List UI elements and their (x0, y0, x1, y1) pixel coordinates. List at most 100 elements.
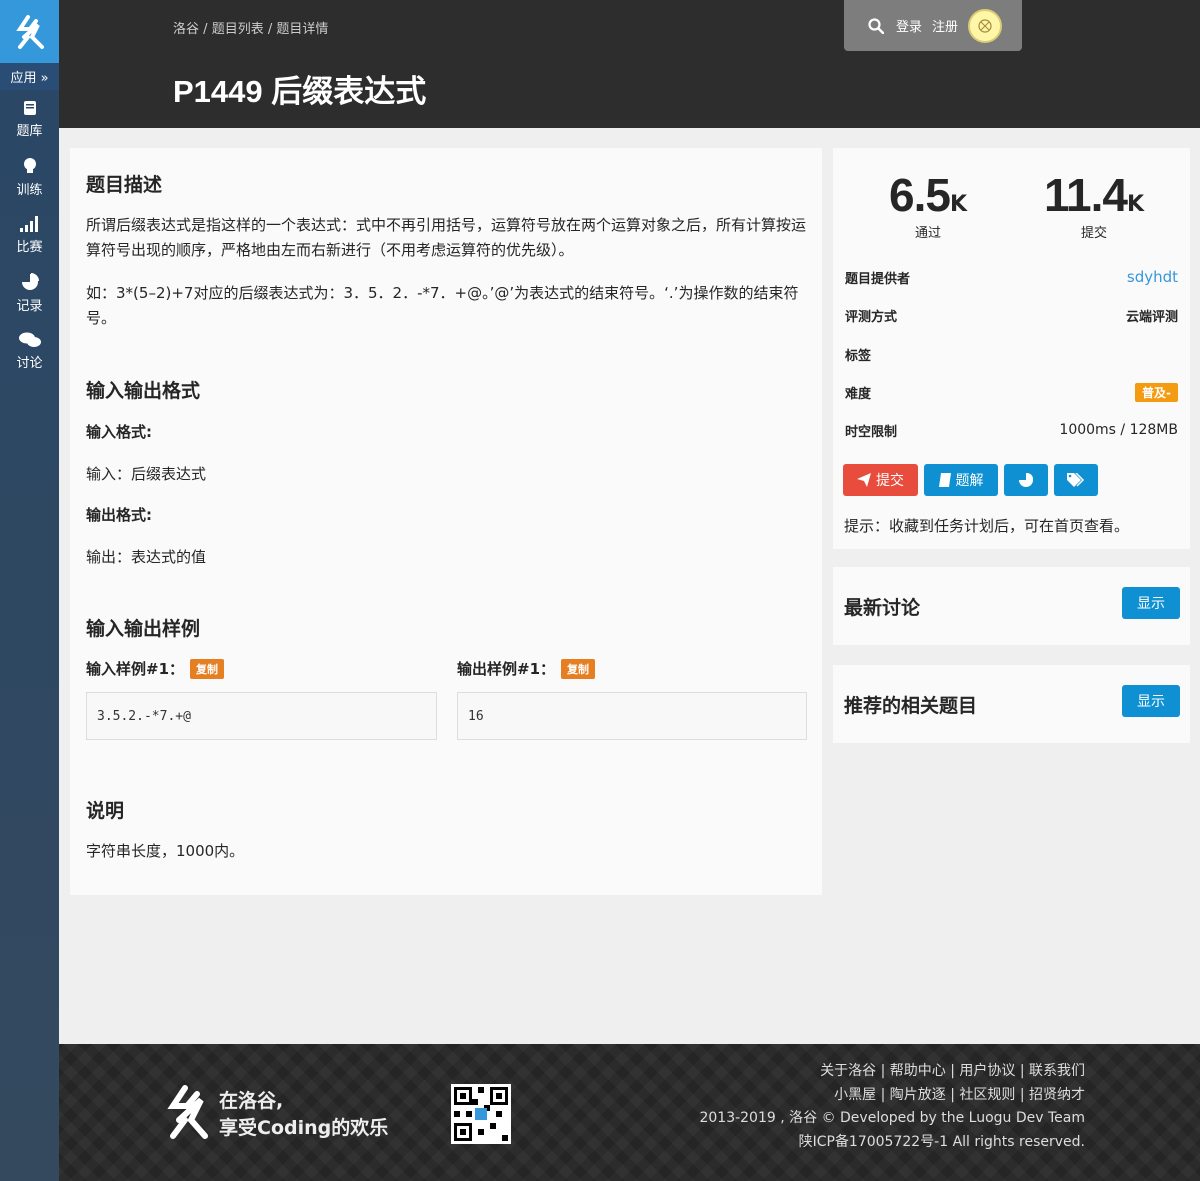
submit-label: 提交 (876, 473, 904, 489)
luogu-footer-logo-icon (167, 1085, 208, 1139)
submitted-unit: K (1126, 192, 1145, 217)
sidebar: 应用 » 题库 训练 比赛 记录 讨论 (0, 0, 59, 1181)
qr-code-icon (454, 1087, 508, 1141)
apps-label: 应用 » (10, 71, 49, 86)
sidebar-item-label: 记录 (16, 298, 43, 314)
submitted-label: 提交 (1080, 226, 1107, 241)
judge-value: 云端评测 (1125, 309, 1178, 325)
book-icon (23, 100, 36, 115)
related-title: 推荐的相关题目 (844, 695, 978, 717)
limit-value: 1000ms / 128MB (1059, 422, 1178, 438)
breadcrumb: 洛谷 / 题目列表 / 题目详情 (173, 18, 328, 37)
judge-row: 评测方式 云端评测 (845, 305, 1178, 325)
footer-links-row2[interactable]: 小黑屋 | 陶片放逐 | 社区规则 | 招贤纳才 (699, 1084, 1085, 1108)
description-heading: 题目描述 (86, 174, 163, 196)
footer-slogan-line1: 在洛谷, (219, 1090, 284, 1112)
input-format-label: 输入格式: (86, 423, 152, 441)
sample-input-header: 输入样例#1： 复制 (86, 658, 225, 679)
statistics-button[interactable] (1004, 464, 1048, 496)
discussion-card: 最新讨论 显示 (833, 567, 1190, 645)
submitted-count: 11.4 (1043, 169, 1128, 221)
sample-input-label: 输入样例#1： (86, 660, 185, 678)
tags-label: 标签 (845, 348, 872, 364)
footer-icp[interactable]: 陕ICP备17005722号-1 All rights reserved. (699, 1131, 1085, 1155)
pie-chart-icon (21, 272, 39, 290)
breadcrumb-separator: / (203, 22, 208, 37)
apps-toggle[interactable]: 应用 » (0, 63, 59, 90)
provider-link[interactable]: sdyhdt (1127, 268, 1178, 286)
solution-button[interactable]: 题解 (924, 464, 998, 496)
page-header: 洛谷 / 题目列表 / 题目详情 P1449 后缀表达式 登录 注册 (59, 0, 1200, 128)
sidebar-item-label: 题库 (16, 123, 43, 139)
footer-copyright: 2013-2019 , 洛谷 © Developed by the Luogu … (699, 1110, 1085, 1126)
samples-heading: 输入输出样例 (86, 618, 201, 640)
tags-icon (1067, 473, 1085, 487)
copy-input-button[interactable]: 复制 (190, 658, 225, 679)
sample-input-box[interactable]: 3.5.2.-*7.+@ (86, 692, 437, 740)
page-title: P1449 后缀表达式 (173, 74, 427, 109)
tags-button[interactable] (1054, 464, 1098, 496)
note-heading: 说明 (86, 800, 125, 822)
footer-slogan: 在洛谷, 享受Coding的欢乐 (219, 1088, 388, 1142)
footer-slogan-line2: 享受Coding的欢乐 (219, 1117, 389, 1139)
comments-icon (18, 332, 41, 347)
pie-chart-icon (1019, 473, 1033, 487)
breadcrumb-problem-detail: 题目详情 (276, 22, 329, 37)
breadcrumb-separator: / (267, 22, 273, 37)
note-text: 字符串长度，1000内。 (86, 842, 245, 860)
output-format-label: 输出格式: (86, 506, 152, 524)
provider-row: 题目提供者 sdyhdt (845, 267, 1178, 287)
breadcrumb-problem-list[interactable]: 题目列表 (212, 22, 264, 37)
problem-card: 题目描述 所谓后缀表达式是指这样的一个表达式：式中不再引用括号，运算符号放在两个… (70, 148, 822, 895)
sidebar-item-contests[interactable]: 比赛 (0, 206, 59, 264)
sidebar-item-problems[interactable]: 题库 (0, 90, 59, 148)
passed-unit: K (949, 192, 967, 217)
show-related-button[interactable]: 显示 (1122, 685, 1180, 717)
luogu-logo-icon (15, 14, 44, 49)
book-icon (938, 473, 951, 487)
paper-plane-icon (857, 473, 871, 487)
copy-output-button[interactable]: 复制 (561, 658, 596, 679)
judge-label: 评测方式 (845, 309, 898, 325)
footer-links-row1[interactable]: 关于洛谷 | 帮助中心 | 用户协议 | 联系我们 (699, 1060, 1085, 1084)
signal-bars-icon (19, 215, 38, 232)
tags-row: 标签 (845, 344, 1178, 364)
problem-info-card: 6.5K 通过 11.4K 提交 题目提供者 sdyhdt 评测方式 云端评测 … (833, 148, 1190, 549)
submit-button[interactable]: 提交 (843, 464, 918, 496)
passed-stat: 6.5K 通过 (858, 168, 998, 241)
sidebar-item-label: 训练 (16, 182, 43, 198)
output-format-text: 输出：表达式的值 (86, 548, 207, 566)
solution-label: 题解 (955, 473, 984, 489)
passed-label: 通过 (914, 226, 941, 241)
difficulty-label: 难度 (845, 386, 872, 402)
luogu-logo[interactable] (0, 0, 59, 63)
description-example: 如：3*(5–2)+7对应的后缀表达式为：3．5．2．-*7．+@。’@’为表达… (86, 284, 799, 327)
lightbulb-icon (23, 157, 36, 173)
sidebar-item-label: 比赛 (16, 239, 43, 255)
discussion-title: 最新讨论 (844, 597, 921, 619)
passed-count: 6.5 (888, 169, 951, 221)
limit-row: 时空限制 1000ms / 128MB (845, 420, 1178, 440)
user-bar: 登录 注册 (844, 0, 1022, 51)
footer-links: 关于洛谷 | 帮助中心 | 用户协议 | 联系我们 小黑屋 | 陶片放逐 | 社… (699, 1060, 1085, 1154)
show-discussion-button[interactable]: 显示 (1122, 587, 1180, 619)
footer: 在洛谷, 享受Coding的欢乐 关于洛谷 | 帮助中心 | 用户协议 | 联系… (59, 1044, 1200, 1181)
sidebar-item-records[interactable]: 记录 (0, 264, 59, 322)
search-icon[interactable] (868, 17, 884, 34)
qr-code (451, 1084, 511, 1144)
favorite-tip: 提示：收藏到任务计划后，可在首页查看。 (844, 517, 1130, 535)
sidebar-item-discuss[interactable]: 讨论 (0, 322, 59, 380)
submitted-stat: 11.4K 提交 (1024, 168, 1164, 241)
sample-output-header: 输出样例#1： 复制 (457, 658, 596, 679)
breadcrumb-home[interactable]: 洛谷 (173, 22, 199, 37)
provider-label: 题目提供者 (845, 271, 911, 287)
sidebar-item-training[interactable]: 训练 (0, 148, 59, 206)
sidebar-item-label: 讨论 (16, 355, 43, 371)
login-link[interactable]: 登录 (896, 16, 922, 35)
sample-output-box[interactable]: 16 (457, 692, 807, 740)
avatar[interactable] (968, 8, 1003, 43)
difficulty-badge: 普及- (1135, 382, 1178, 402)
register-link[interactable]: 注册 (932, 16, 958, 35)
description-text: 所谓后缀表达式是指这样的一个表达式：式中不再引用括号，运算符号放在两个运算对象之… (86, 216, 807, 259)
io-format-heading: 输入输出格式 (86, 380, 201, 402)
